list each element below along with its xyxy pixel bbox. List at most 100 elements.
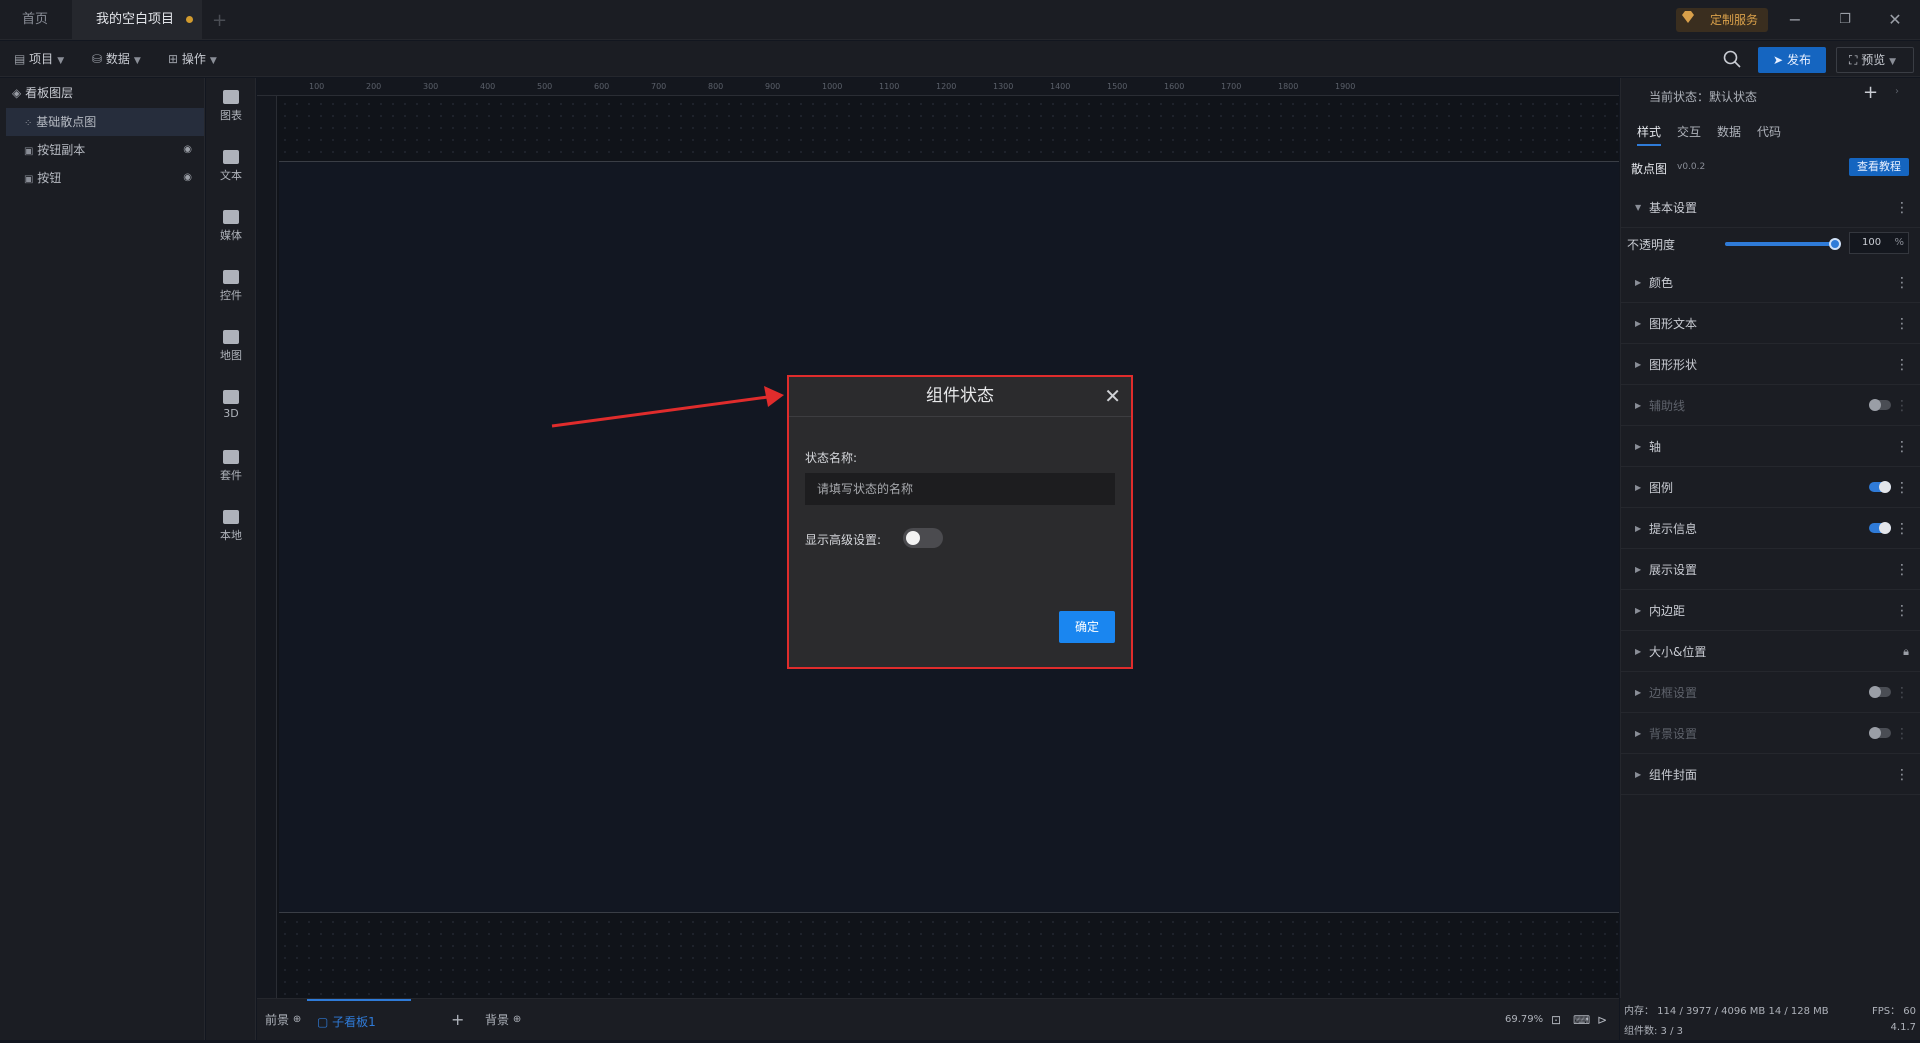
opacity-slider[interactable]: [1725, 238, 1841, 250]
component-media[interactable]: 媒体: [206, 210, 256, 243]
component-chart[interactable]: 图表: [206, 90, 256, 123]
more-icon[interactable]: ⋮: [1895, 550, 1909, 590]
current-state[interactable]: 当前状态：默认状态: [1649, 88, 1757, 105]
background-tab[interactable]: 背景 ⊕: [485, 999, 521, 1041]
app-version: 4.1.7: [1890, 1022, 1916, 1033]
close-window-icon[interactable]: ✕: [1880, 8, 1910, 32]
restore-icon[interactable]: ❐: [1830, 8, 1860, 32]
vertical-ruler[interactable]: [257, 96, 277, 998]
more-icon[interactable]: ⋮: [1895, 591, 1909, 631]
section-legend[interactable]: ▶ 图例 ⋮: [1621, 468, 1920, 508]
fps-status: FPS： 60: [1871, 1006, 1916, 1017]
layer-item-button-copy[interactable]: ▣ 按钮副本 ◉: [0, 136, 204, 164]
more-icon[interactable]: ⋮: [1895, 188, 1909, 228]
keyboard-icon[interactable]: ⌨: [1573, 999, 1590, 1041]
component-kit[interactable]: 套件: [206, 450, 256, 483]
terminal-icon[interactable]: ⊳: [1597, 999, 1607, 1041]
background-toggle[interactable]: [1869, 727, 1891, 739]
caret-right-icon: ▶: [1635, 770, 1642, 779]
caret-right-icon: ▶: [1635, 729, 1642, 738]
tab-home[interactable]: 首页: [0, 0, 70, 40]
caret-right-icon: ▶: [1635, 647, 1642, 656]
tab-data[interactable]: 数据: [1717, 118, 1741, 146]
layer-item-button[interactable]: ▣ 按钮 ◉: [0, 164, 204, 192]
advanced-settings-toggle[interactable]: [903, 528, 943, 548]
close-icon[interactable]: ✕: [1104, 377, 1121, 415]
tab-project[interactable]: 我的空白项目: [72, 0, 202, 40]
bottom-bar: 前景 ⊕ ▢ 子看板1 + 背景 ⊕ 69.79% ⊡ ⌨ ⊳: [257, 998, 1619, 1040]
add-tab-icon[interactable]: +: [212, 10, 227, 31]
chevron-right-icon[interactable]: ›: [1895, 86, 1899, 97]
section-guide-line[interactable]: ▶ 辅助线 ⋮: [1621, 386, 1920, 426]
more-icon[interactable]: ⋮: [1895, 509, 1909, 549]
section-cover[interactable]: ▶ 组件封面 ⋮: [1621, 755, 1920, 795]
publish-button[interactable]: ➤ 发布: [1758, 47, 1826, 73]
fit-screen-icon[interactable]: ⊡: [1551, 999, 1561, 1041]
state-name-input[interactable]: [805, 473, 1115, 505]
component-count: 组件数: 3 / 3: [1624, 1026, 1683, 1037]
search-icon[interactable]: [1722, 49, 1742, 69]
menu-project[interactable]: ▤ 项目 ▼: [14, 41, 64, 77]
component-local[interactable]: 本地: [206, 510, 256, 543]
sub-board-tab[interactable]: ▢ 子看板1: [307, 999, 411, 1041]
tooltip-toggle[interactable]: [1869, 522, 1891, 534]
lock-icon[interactable]: 🔒︎: [1903, 632, 1909, 672]
eye-off-icon[interactable]: ◉: [183, 136, 192, 164]
more-icon[interactable]: ⋮: [1895, 427, 1909, 467]
section-display[interactable]: ▶ 展示设置 ⋮: [1621, 550, 1920, 590]
guide-line-toggle[interactable]: [1869, 399, 1891, 411]
section-padding[interactable]: ▶ 内边距 ⋮: [1621, 591, 1920, 631]
foreground-tab[interactable]: 前景 ⊕: [265, 999, 301, 1041]
scatter-icon: ⁘: [24, 118, 33, 129]
opacity-slider-thumb[interactable]: [1829, 238, 1841, 250]
eye-off-icon[interactable]: ◉: [183, 164, 192, 192]
more-icon[interactable]: ⋮: [1895, 263, 1909, 303]
menu-operate[interactable]: ⊞ 操作 ▼: [168, 41, 217, 77]
section-border[interactable]: ▶ 边框设置 ⋮: [1621, 673, 1920, 713]
zoom-level[interactable]: 69.79%: [1505, 999, 1543, 1041]
advanced-settings-label: 显示高级设置:: [805, 533, 882, 547]
border-toggle[interactable]: [1869, 686, 1891, 698]
menu-data[interactable]: ⛁ 数据 ▼: [92, 41, 141, 77]
ruler-label: 100: [309, 82, 325, 91]
section-tooltip[interactable]: ▶ 提示信息 ⋮: [1621, 509, 1920, 549]
layer-item-scatter[interactable]: ⁘ 基础散点图: [6, 108, 204, 136]
component-bar: 图表 文本 媒体 控件 地图 3D 套件 本地: [206, 78, 256, 1040]
component-control[interactable]: 控件: [206, 270, 256, 303]
more-icon[interactable]: ⋮: [1895, 714, 1909, 754]
section-graphic-shape[interactable]: ▶ 图形形状 ⋮: [1621, 345, 1920, 385]
more-icon[interactable]: ⋮: [1895, 755, 1909, 795]
add-board-icon[interactable]: +: [451, 999, 464, 1041]
section-graphic-text[interactable]: ▶ 图形文本 ⋮: [1621, 304, 1920, 344]
section-background[interactable]: ▶ 背景设置 ⋮: [1621, 714, 1920, 754]
confirm-button[interactable]: 确定: [1059, 611, 1115, 643]
caret-right-icon: ▶: [1635, 483, 1642, 492]
tutorial-button[interactable]: 查看教程: [1849, 158, 1909, 176]
section-color[interactable]: ▶ 颜色 ⋮: [1621, 263, 1920, 303]
tab-interaction[interactable]: 交互: [1677, 118, 1701, 146]
tab-style[interactable]: 样式: [1637, 118, 1662, 146]
tab-code[interactable]: 代码: [1757, 118, 1781, 146]
horizontal-ruler[interactable]: 100 200 300 400 500 600 700 800 900 1000 1100 1200 1…: [257, 78, 1619, 96]
plus-circle-icon[interactable]: ⊕: [513, 1014, 521, 1025]
more-icon[interactable]: ⋮: [1895, 673, 1909, 713]
more-icon[interactable]: ⋮: [1895, 304, 1909, 344]
preview-button[interactable]: ⛶ 预览 ▼: [1836, 47, 1914, 73]
add-state-icon[interactable]: +: [1863, 82, 1878, 103]
fullscreen-icon: ⛶: [1849, 53, 1858, 67]
plus-circle-icon[interactable]: ⊕: [293, 1014, 301, 1025]
minimize-icon[interactable]: −: [1780, 8, 1810, 32]
opacity-input[interactable]: 100 %: [1849, 232, 1909, 254]
section-basic-settings[interactable]: ▼ 基本设置 ⋮: [1621, 188, 1920, 228]
legend-toggle[interactable]: [1869, 481, 1891, 493]
more-icon[interactable]: ⋮: [1895, 345, 1909, 385]
section-label: 大小&位置: [1649, 645, 1707, 659]
section-axis[interactable]: ▶ 轴 ⋮: [1621, 427, 1920, 467]
component-3d[interactable]: 3D: [206, 390, 256, 420]
more-icon[interactable]: ⋮: [1895, 386, 1909, 426]
component-text[interactable]: 文本: [206, 150, 256, 183]
component-name: 散点图: [1631, 162, 1668, 176]
section-size-position[interactable]: ▶ 大小&位置 🔒︎: [1621, 632, 1920, 672]
component-map[interactable]: 地图: [206, 330, 256, 363]
more-icon[interactable]: ⋮: [1895, 468, 1909, 508]
